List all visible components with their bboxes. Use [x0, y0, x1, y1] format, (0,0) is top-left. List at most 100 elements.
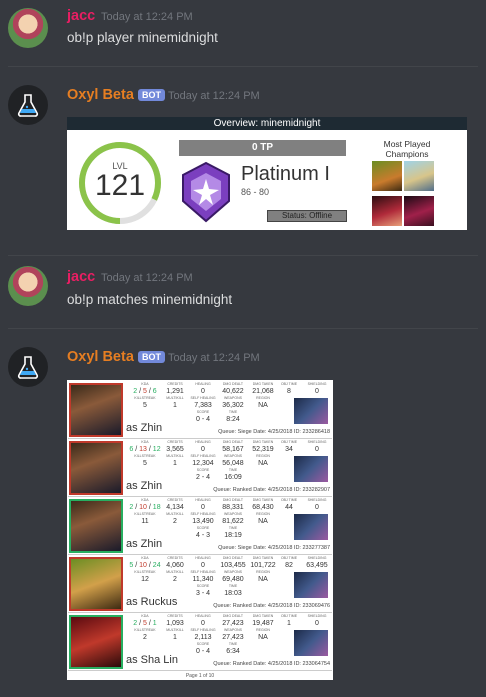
- stat-shielding: SHIELDING 0: [300, 440, 333, 454]
- stat-value: 27,423: [222, 634, 244, 641]
- stat-dmg_dealt: DMG DEALT 58,167: [216, 440, 250, 454]
- map-thumbnail: [294, 456, 328, 482]
- stat-self_healing: SELF HEALING 13,490: [186, 512, 220, 526]
- author-name[interactable]: jacc: [67, 8, 95, 24]
- level-value: 121: [94, 169, 146, 202]
- stat-killstreak: KILLSTREAK 5: [128, 454, 162, 468]
- match-row[interactable]: KDA 2 / 5 / 1 CREDITS 1,093 HEALING 0 DMG DEAL…: [68, 613, 332, 671]
- match-queue-info: Queue: Ranked Date: 4/25/2018 ID: 233282…: [213, 487, 330, 493]
- map-thumbnail: [294, 514, 328, 540]
- champion-name: as Sha Lin: [126, 654, 178, 666]
- timestamp: Today at 12:24 PM: [101, 272, 193, 284]
- stat-value: NA: [258, 518, 268, 525]
- match-row[interactable]: KDA 5 / 10 / 24 CREDITS 4,060 HEALING 0 DMG DE…: [68, 555, 332, 613]
- stat-shielding: SHIELDING 63,495: [300, 556, 333, 570]
- stat-kda: KDA 2 / 10 / 18: [128, 498, 162, 512]
- stat-value: 5 / 10 / 24: [129, 562, 161, 569]
- stat-kda: KDA 2 / 5 / 1: [128, 614, 162, 628]
- overview-title: Overview: minemidnight: [67, 117, 467, 130]
- stat-killstreak: KILLSTREAK 12: [128, 570, 162, 584]
- stat-value: 5: [143, 460, 147, 467]
- stat-weapon: WEAPONS 81,622: [216, 512, 250, 526]
- champion-portrait[interactable]: [69, 383, 123, 437]
- stat-weapon: WEAPONS 56,048: [216, 454, 250, 468]
- stat-value: 13,490: [192, 518, 214, 525]
- stat-value: 2,113: [194, 634, 212, 641]
- champion-portrait[interactable]: [69, 557, 123, 611]
- champion-portrait[interactable]: [404, 196, 434, 226]
- map-thumbnail: [294, 398, 328, 424]
- stat-time: TIME 16:09: [216, 468, 250, 482]
- stat-shielding: SHIELDING 0: [300, 498, 333, 512]
- stat-value: 103,455: [220, 562, 246, 569]
- stat-kda: KDA 2 / 5 / 6: [128, 382, 162, 396]
- stat-healing: HEALING 0: [186, 556, 220, 570]
- tp-bar: 0 TP: [179, 140, 346, 156]
- stat-value: 2: [143, 634, 147, 641]
- stat-killstreak: KILLSTREAK 5: [128, 396, 162, 410]
- champion-portrait[interactable]: [372, 196, 402, 226]
- stat-score: SCORE 3 - 4: [186, 584, 220, 598]
- stat-value: 18:03: [224, 590, 242, 597]
- champion-portrait[interactable]: [69, 441, 123, 495]
- author-name[interactable]: Oxyl Beta: [67, 87, 134, 103]
- matches-card[interactable]: Page 1 of 10 KDA 2 / 5 / 6 CREDITS 1,291 HEA…: [67, 380, 333, 680]
- stat-healing: HEALING 0: [186, 440, 220, 454]
- flask-icon: [17, 94, 39, 117]
- champion-portrait[interactable]: [372, 161, 402, 191]
- overview-card[interactable]: Overview: minemidnight LVL 121 0 TP Plat…: [67, 117, 467, 230]
- match-queue-info: Queue: Siege Date: 4/25/2018 ID: 2332864…: [218, 429, 330, 435]
- stat-value: NA: [258, 634, 268, 641]
- stat-value: 16:09: [224, 474, 242, 481]
- stat-value: 0: [201, 446, 205, 453]
- stat-time: TIME 6:34: [216, 642, 250, 656]
- user-avatar[interactable]: [8, 8, 48, 48]
- message-3: jacc Today at 12:24 PM ob!p matches mine…: [0, 256, 486, 326]
- match-queue-info: Queue: Ranked Date: 4/25/2018 ID: 233069…: [213, 603, 330, 609]
- match-row[interactable]: KDA 6 / 13 / 12 CREDITS 3,565 HEALING 0 DMG DE…: [68, 439, 332, 497]
- bot-avatar[interactable]: [8, 85, 48, 125]
- stat-value: NA: [258, 576, 268, 583]
- most-played-label: Most Played Champions: [383, 139, 431, 159]
- champion-portrait[interactable]: [69, 615, 123, 669]
- stat-value: 18:19: [224, 532, 242, 539]
- map-thumbnail: [294, 630, 328, 656]
- stat-value: 0: [315, 620, 319, 627]
- champion-portrait[interactable]: [69, 499, 123, 553]
- champion-name: as Zhin: [126, 422, 163, 434]
- stat-dmg_dealt: DMG DEALT 88,331: [216, 498, 250, 512]
- stat-value: NA: [258, 402, 268, 409]
- stat-region: REGION NA: [246, 512, 280, 526]
- stat-value: 56,048: [222, 460, 244, 467]
- stat-value: 0 - 4: [195, 648, 210, 655]
- author-name[interactable]: jacc: [67, 269, 95, 285]
- stat-value: 6 / 13 / 12: [129, 446, 161, 453]
- stat-self_healing: SELF HEALING 11,340: [186, 570, 220, 584]
- stat-killstreak: KILLSTREAK 11: [128, 512, 162, 526]
- timestamp: Today at 12:24 PM: [168, 90, 260, 102]
- user-avatar[interactable]: [8, 266, 48, 306]
- stat-healing: HEALING 0: [186, 382, 220, 396]
- stat-region: REGION NA: [246, 396, 280, 410]
- stat-value: 5: [143, 402, 147, 409]
- stat-time: TIME 18:03: [216, 584, 250, 598]
- author-name[interactable]: Oxyl Beta: [67, 349, 134, 365]
- stat-value: 81,622: [222, 518, 244, 525]
- champion-name: as Zhin: [126, 538, 163, 550]
- champion-portrait[interactable]: [404, 161, 434, 191]
- stat-value: 3 - 4: [195, 590, 210, 597]
- stat-dmg_dealt: DMG DEALT 103,455: [216, 556, 250, 570]
- stat-weapon: WEAPONS 69,480: [216, 570, 250, 584]
- stat-value: 0: [201, 562, 205, 569]
- stat-value: 11,340: [192, 576, 214, 583]
- stat-value: 11: [141, 518, 149, 525]
- stat-value: 27,423: [222, 620, 244, 627]
- stat-weapon: WEAPONS 27,423: [216, 628, 250, 642]
- bot-avatar[interactable]: [8, 347, 48, 387]
- flask-icon: [17, 356, 39, 379]
- match-row[interactable]: KDA 2 / 10 / 18 CREDITS 4,134 HEALING 0 DMG DE…: [68, 497, 332, 555]
- match-row[interactable]: KDA 2 / 5 / 6 CREDITS 1,291 HEALING 0 DMG DEAL…: [68, 381, 332, 439]
- stat-value: 69,480: [222, 576, 244, 583]
- message-4: Oxyl Beta BOT Today at 12:24 PM: [0, 329, 486, 387]
- stat-value: 63,495: [306, 562, 328, 569]
